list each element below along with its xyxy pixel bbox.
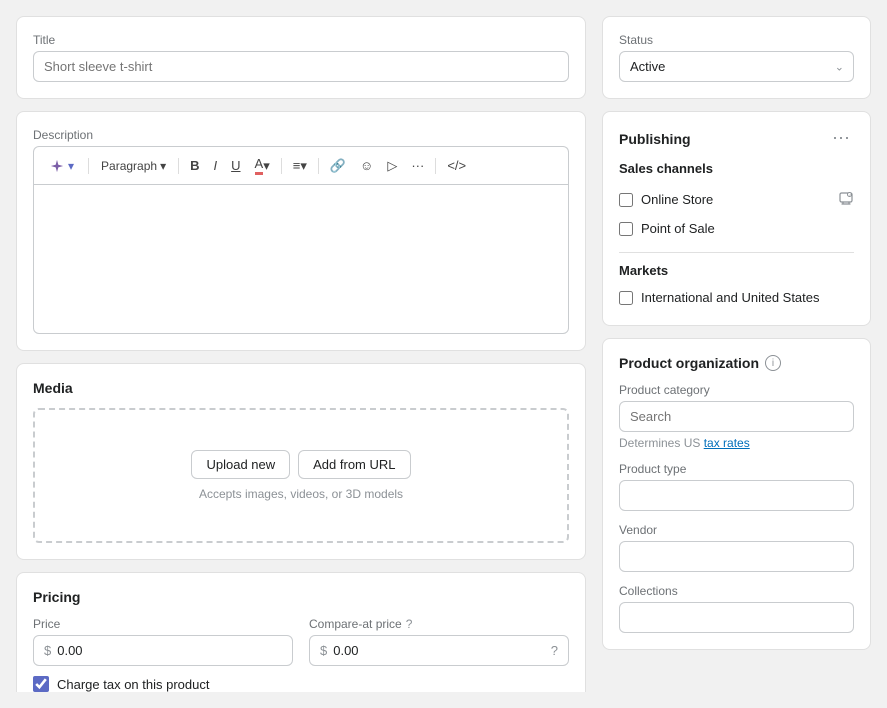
divider-markets: [619, 252, 854, 253]
pos-label: Point of Sale: [641, 221, 715, 236]
category-search-wrap: [619, 401, 854, 432]
description-section: Description ▾ Paragraph ▾: [16, 111, 586, 351]
compare-info-icon: ?: [551, 643, 558, 658]
pos-checkbox[interactable]: [619, 222, 633, 236]
upload-new-button[interactable]: Upload new: [191, 450, 290, 479]
publishing-more-button[interactable]: ⋯: [828, 128, 854, 149]
online-store-label: Online Store: [641, 192, 713, 207]
paragraph-select[interactable]: Paragraph ▾: [95, 156, 172, 176]
compare-price-input[interactable]: [333, 636, 545, 665]
pos-channel: Point of Sale: [619, 215, 854, 242]
bold-button[interactable]: B: [185, 155, 204, 176]
sales-channels-label: Sales channels: [619, 161, 854, 176]
pricing-title: Pricing: [33, 589, 569, 605]
price-prefix: $: [44, 643, 51, 658]
international-label: International and United States: [641, 290, 820, 305]
title-input[interactable]: [33, 51, 569, 82]
ai-button[interactable]: ▾: [42, 155, 82, 177]
org-info-icon: i: [765, 355, 781, 371]
collections-group: Collections: [619, 584, 854, 633]
online-store-icon: ↗: [838, 190, 854, 209]
product-type-group: Product type: [619, 462, 854, 511]
status-section: Status Active Draft Archived ⌄: [602, 16, 871, 99]
tax-rates-link[interactable]: tax rates: [704, 436, 750, 450]
code-button[interactable]: </>: [442, 155, 471, 176]
product-category-label: Product category: [619, 383, 854, 397]
compare-price-label: Compare-at price ?: [309, 617, 569, 631]
international-market: International and United States: [619, 286, 854, 309]
product-org-section: Product organization i Product category …: [602, 338, 871, 650]
publishing-title: Publishing: [619, 131, 691, 147]
compare-prefix: $: [320, 643, 327, 658]
international-checkbox[interactable]: [619, 291, 633, 305]
description-label: Description: [33, 128, 569, 142]
ai-icon: [50, 159, 64, 173]
compare-input-wrap: $ ?: [309, 635, 569, 666]
media-title: Media: [33, 380, 569, 396]
tax-label[interactable]: Charge tax on this product: [57, 677, 209, 692]
title-section: Title: [16, 16, 586, 99]
product-type-label: Product type: [619, 462, 854, 476]
org-header: Product organization i: [619, 355, 854, 371]
add-from-url-button[interactable]: Add from URL: [298, 450, 410, 479]
editor-toolbar: ▾ Paragraph ▾ B I U A ▾: [33, 146, 569, 184]
pricing-section: Pricing Price $ Compare-at price ? $: [16, 572, 586, 692]
media-section: Media Upload new Add from URL Accepts im…: [16, 363, 586, 560]
price-label: Price: [33, 617, 293, 631]
publishing-section: Publishing ⋯ Sales channels Online Store…: [602, 111, 871, 326]
title-label: Title: [33, 33, 569, 47]
tax-checkbox[interactable]: [33, 676, 49, 692]
media-dropzone[interactable]: Upload new Add from URL Accepts images, …: [33, 408, 569, 543]
tax-row: Charge tax on this product: [33, 676, 569, 692]
sep-5: [435, 158, 436, 174]
price-field: Price $: [33, 617, 293, 666]
compare-price-field: Compare-at price ? $ ?: [309, 617, 569, 666]
sep-4: [318, 158, 319, 174]
publishing-header: Publishing ⋯: [619, 128, 854, 149]
collections-input[interactable]: [619, 602, 854, 633]
align-button[interactable]: ≡ ▾: [288, 155, 312, 177]
italic-button[interactable]: I: [209, 155, 223, 176]
status-select-wrap: Active Draft Archived ⌄: [619, 51, 854, 82]
link-button[interactable]: 🔗: [325, 155, 351, 177]
online-store-channel: Online Store ↗: [619, 184, 854, 215]
markets-label: Markets: [619, 263, 854, 278]
vendor-group: Vendor: [619, 523, 854, 572]
tax-hint-text: Determines US tax rates: [619, 436, 854, 450]
sep-3: [281, 158, 282, 174]
sep-1: [88, 158, 89, 174]
vendor-label: Vendor: [619, 523, 854, 537]
online-store-checkbox[interactable]: [619, 193, 633, 207]
sep-2: [178, 158, 179, 174]
compare-help-icon: ?: [406, 617, 413, 631]
status-select[interactable]: Active Draft Archived: [619, 51, 854, 82]
category-search-input[interactable]: [619, 401, 854, 432]
more-button[interactable]: ···: [406, 155, 429, 176]
product-type-input[interactable]: [619, 480, 854, 511]
product-org-title: Product organization: [619, 355, 759, 371]
editor-area[interactable]: [33, 184, 569, 334]
ai-chevron: ▾: [68, 159, 74, 173]
media-hint: Accepts images, videos, or 3D models: [199, 487, 403, 501]
collections-label: Collections: [619, 584, 854, 598]
product-category-group: Product category Determines US tax rates: [619, 383, 854, 450]
price-input[interactable]: [57, 636, 282, 665]
emoji-button[interactable]: ☺: [355, 155, 378, 176]
underline-button[interactable]: U: [226, 155, 245, 176]
price-input-wrap: $: [33, 635, 293, 666]
status-label: Status: [619, 33, 854, 47]
font-color-button[interactable]: A ▾: [250, 153, 275, 178]
vendor-input[interactable]: [619, 541, 854, 572]
media-button[interactable]: ▷: [382, 155, 402, 177]
